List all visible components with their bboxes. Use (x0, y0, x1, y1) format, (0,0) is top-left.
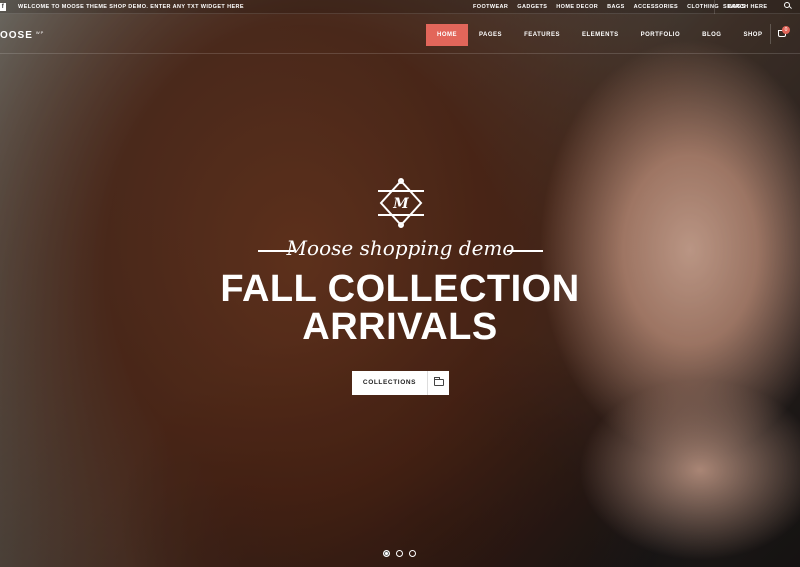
search-placeholder: SEARCH HERE (723, 4, 768, 10)
topbar-link-footwear[interactable]: FOOTWEAR (473, 4, 508, 10)
tagline-rule-right (507, 250, 543, 252)
nav-item-home[interactable]: HOME (426, 24, 468, 46)
slider-pagination (383, 550, 416, 557)
welcome-text: WELCOME TO MOOSE THEME SHOP DEMO. ENTER … (18, 4, 244, 10)
topbar-link-bags[interactable]: BAGS (607, 4, 625, 10)
nav-item-elements[interactable]: ELEMENTS (571, 24, 630, 46)
category-links: FOOTWEAR GADGETS HOME DECOR BAGS ACCESSO… (473, 4, 746, 10)
hero-headline: FALL COLLECTION ARRIVALS (150, 270, 650, 346)
headline-line-1: FALL COLLECTION (220, 268, 580, 310)
folder-icon (434, 377, 444, 386)
logo-sup: WP (35, 30, 45, 35)
search-input[interactable]: SEARCH HERE (714, 0, 800, 14)
slider-dot-3[interactable] (409, 550, 416, 557)
main-nav: OOSE WP HOME PAGES FEATURES ELEMENTS PORT… (0, 14, 800, 54)
nav-divider (770, 24, 771, 44)
top-bar: f WELCOME TO MOOSE THEME SHOP DEMO. ENTE… (0, 0, 800, 14)
hero-tagline: Moose shopping demo (258, 236, 543, 264)
site-logo[interactable]: OOSE WP (0, 30, 44, 41)
nav-item-features[interactable]: FEATURES (513, 24, 571, 46)
hero-slider: f WELCOME TO MOOSE THEME SHOP DEMO. ENTE… (0, 0, 800, 567)
nav-item-shop[interactable]: SHOP (732, 24, 773, 46)
brand-emblem-icon: M (378, 178, 424, 228)
headline-line-2: ARRIVALS (302, 306, 498, 348)
collections-button-label: COLLECTIONS (362, 379, 417, 386)
nav-menu: HOME PAGES FEATURES ELEMENTS PORTFOLIO B… (426, 24, 773, 46)
topbar-link-accessories[interactable]: ACCESSORIES (634, 4, 678, 10)
nav-item-blog[interactable]: BLOG (691, 24, 732, 46)
nav-item-pages[interactable]: PAGES (468, 24, 513, 46)
nav-item-portfolio[interactable]: PORTFOLIO (630, 24, 692, 46)
topbar-link-home-decor[interactable]: HOME DECOR (556, 4, 598, 10)
collections-button[interactable]: COLLECTIONS (352, 371, 449, 395)
collections-button-iconbox (427, 371, 449, 395)
search-icon[interactable] (784, 2, 790, 8)
logo-text: OOSE (0, 30, 33, 41)
topbar-link-gadgets[interactable]: GADGETS (517, 4, 547, 10)
slider-dot-1[interactable] (383, 550, 390, 557)
cart-count-badge: 0 (782, 26, 790, 34)
facebook-icon[interactable]: f (0, 3, 6, 11)
emblem-letter: M (392, 196, 409, 212)
slider-dot-2[interactable] (396, 550, 403, 557)
tagline-text: Moose shopping demo (286, 236, 515, 260)
